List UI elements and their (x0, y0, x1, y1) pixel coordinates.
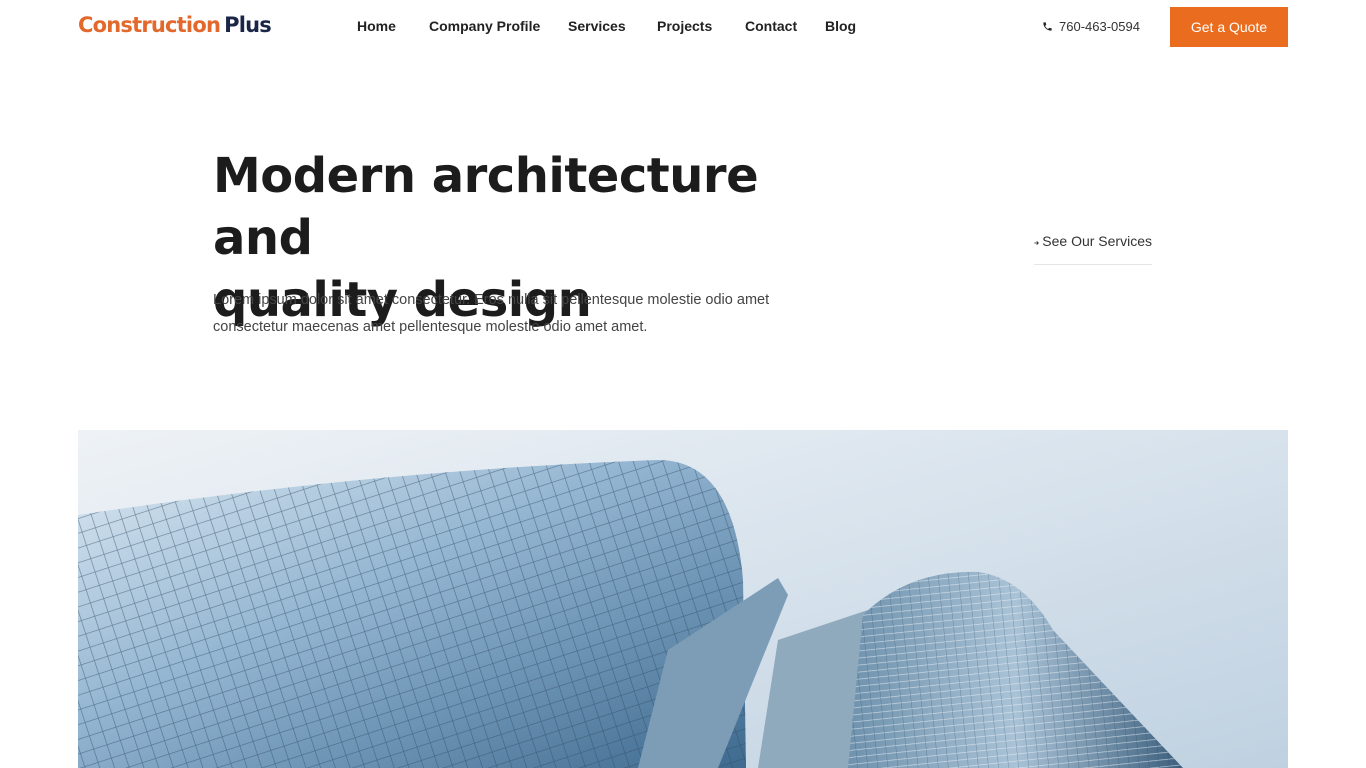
hero-description: Lorem ipsum dolor sit amet consectetur. … (213, 292, 770, 335)
get-a-quote-button[interactable]: Get a Quote (1170, 7, 1288, 47)
logo[interactable]: Construction Plus (78, 13, 272, 37)
nav-services[interactable]: Services (568, 18, 626, 34)
see-our-services-link[interactable]: See Our Services (1034, 233, 1152, 265)
see-our-services-label: See Our Services (1042, 233, 1152, 249)
phone-link[interactable]: 760-463-0594 (1042, 19, 1140, 34)
logo-part-construction: Construction (78, 13, 221, 37)
nav-contact[interactable]: Contact (745, 18, 797, 34)
arrow-right-icon (1034, 241, 1039, 245)
nav-blog[interactable]: Blog (825, 18, 856, 34)
phone-number: 760-463-0594 (1059, 19, 1140, 34)
hero-image (78, 430, 1288, 768)
nav-home[interactable]: Home (357, 18, 396, 34)
nav-projects[interactable]: Projects (657, 18, 712, 34)
hero-title-line-1: Modern architecture and (213, 148, 759, 266)
skyscraper-illustration (78, 430, 1288, 768)
logo-part-plus: Plus (224, 13, 272, 37)
phone-icon (1043, 22, 1052, 31)
nav-company-profile[interactable]: Company Profile (429, 18, 540, 34)
site-header: Construction Plus Home Company Profile Se… (0, 0, 1366, 54)
